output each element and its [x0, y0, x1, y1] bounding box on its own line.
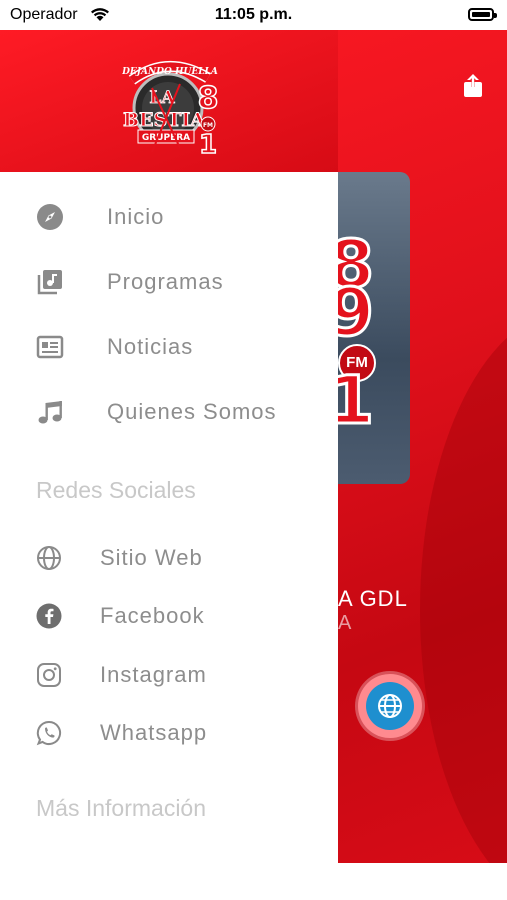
social-item-sitio-web[interactable]: Sitio Web: [0, 533, 338, 583]
svg-text:8: 8: [198, 81, 219, 116]
compass-icon: [37, 204, 63, 230]
station-subtitle: A: [338, 612, 352, 634]
social-item-instagram[interactable]: Instagram: [0, 650, 338, 700]
svg-text:DEJANDO HUELLA: DEJANDO HUELLA: [122, 67, 218, 77]
section-title-mas-informacion: Más Información: [36, 795, 207, 821]
website-button[interactable]: [358, 674, 422, 738]
social-item-label: Instagram: [100, 662, 207, 687]
clock-label: 11:05 p.m.: [214, 6, 293, 23]
menu-item-quienes-somos[interactable]: Quienes Somos: [0, 387, 338, 437]
navigation-drawer: DEJANDO HUELLA LA BESTIA GRUPERA 8 FM 1 …: [0, 30, 338, 863]
share-icon[interactable]: [462, 74, 484, 98]
facebook-icon: [36, 603, 62, 629]
social-item-label: Whatsapp: [100, 720, 208, 745]
social-item-facebook[interactable]: Facebook: [0, 591, 338, 641]
globe-icon: [37, 546, 61, 570]
social-item-label: Sitio Web: [100, 545, 203, 570]
social-item-whatsapp[interactable]: Whatsapp: [0, 708, 338, 758]
music-note-icon: [38, 401, 62, 424]
svg-text:1: 1: [199, 130, 217, 160]
station-name: A GDL: [338, 586, 408, 611]
menu-item-label: Quienes Somos: [107, 399, 277, 424]
station-logo: DEJANDO HUELLA LA BESTIA GRUPERA 8 FM 1: [122, 61, 219, 161]
menu-item-label: Inicio: [107, 204, 165, 229]
whatsapp-icon: [36, 720, 62, 746]
svg-text:GRUPERA: GRUPERA: [142, 133, 190, 143]
instagram-icon: [37, 663, 61, 687]
menu-item-noticias[interactable]: Noticias: [0, 322, 338, 372]
globe-icon: [378, 694, 402, 718]
newspaper-icon: [36, 335, 64, 359]
drawer-header: DEJANDO HUELLA LA BESTIA GRUPERA 8 FM 1: [0, 30, 338, 172]
svg-text:FM: FM: [203, 122, 213, 129]
menu-item-label: Programas: [107, 269, 224, 294]
music-library-icon: [37, 270, 62, 295]
menu-item-label: Noticias: [107, 334, 194, 359]
section-title-redes-sociales: Redes Sociales: [36, 477, 196, 503]
bottom-area: [0, 863, 507, 900]
menu-item-inicio[interactable]: Inicio: [0, 192, 338, 242]
status-bar: Operador 11:05 p.m.: [0, 0, 507, 30]
menu-item-programas[interactable]: Programas: [0, 257, 338, 307]
background-swoosh: [420, 310, 507, 863]
battery-icon: [468, 8, 497, 21]
social-item-label: Facebook: [100, 603, 205, 628]
